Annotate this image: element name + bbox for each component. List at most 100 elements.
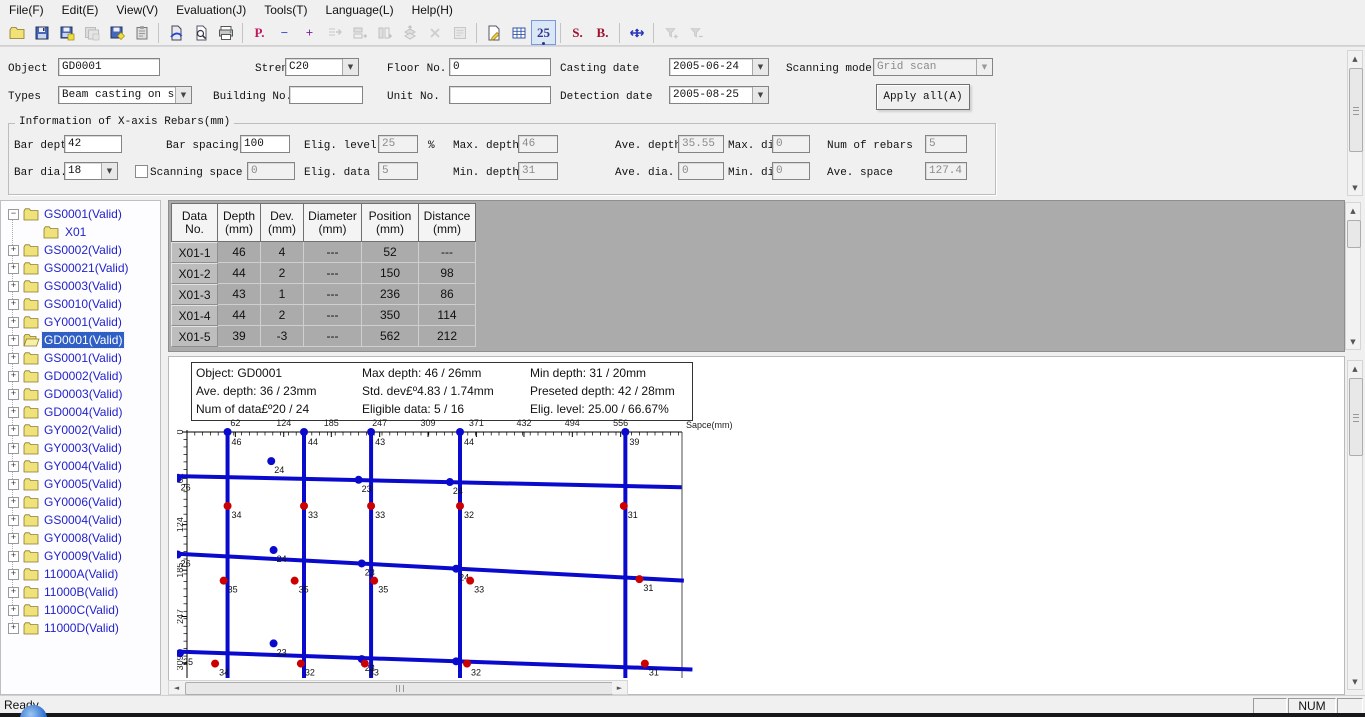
scroll-up-arrow-icon[interactable]: ▲ xyxy=(1348,361,1362,376)
tree-item-11000avalid[interactable]: 11000A(Valid) xyxy=(42,566,120,582)
expand-box-icon[interactable]: + xyxy=(8,497,19,508)
tree-item-gy0003valid[interactable]: GY0003(Valid) xyxy=(42,440,124,456)
expand-box-icon[interactable]: + xyxy=(8,281,19,292)
building-no-field[interactable] xyxy=(289,86,363,104)
expand-box-icon[interactable]: + xyxy=(8,407,19,418)
tree-item-gs0010valid[interactable]: GS0010(Valid) xyxy=(42,296,124,312)
chevron-down-icon[interactable]: ▼ xyxy=(752,87,768,103)
tree-item-gs0003valid[interactable]: GS0003(Valid) xyxy=(42,278,124,294)
s-mode-button[interactable]: S. xyxy=(565,20,590,45)
chevron-down-icon[interactable]: ▼ xyxy=(752,59,768,75)
tree-item-gd0004valid[interactable]: GD0004(Valid) xyxy=(42,404,124,420)
chevron-down-icon[interactable]: ▼ xyxy=(101,163,117,179)
scroll-down-arrow-icon[interactable]: ▼ xyxy=(1346,334,1360,349)
object-field[interactable]: GD0001 xyxy=(58,58,160,76)
detection-date-field[interactable]: 2005-08-25▼ xyxy=(669,86,769,104)
expand-box-icon[interactable]: + xyxy=(8,371,19,382)
row-header-x01-5[interactable]: X01-5 xyxy=(171,326,218,347)
tree-item-gy0009valid[interactable]: GY0009(Valid) xyxy=(42,548,124,564)
grid-view-button[interactable] xyxy=(506,20,531,45)
tree-item-gd0001valid[interactable]: GD0001(Valid) xyxy=(42,332,124,348)
expand-box-icon[interactable]: + xyxy=(8,263,19,274)
b-mode-button[interactable]: B. xyxy=(590,20,615,45)
report-button[interactable] xyxy=(163,20,188,45)
expand-box-icon[interactable]: + xyxy=(8,569,19,580)
bar-spacing-field[interactable]: 100 xyxy=(240,135,290,153)
tree-item-gd0002valid[interactable]: GD0002(Valid) xyxy=(42,368,124,384)
scroll-left-arrow-icon[interactable]: ◄ xyxy=(169,681,184,694)
scrollbar-thumb[interactable] xyxy=(1349,378,1363,456)
tree-item-gs0002valid[interactable]: GS0002(Valid) xyxy=(42,242,124,258)
casting-date-field[interactable]: 2005-06-24▼ xyxy=(669,58,769,76)
menu-item-language[interactable]: Language(L) xyxy=(317,1,403,19)
tree-item-gd0003valid[interactable]: GD0003(Valid) xyxy=(42,386,124,402)
chevron-down-icon[interactable]: ▼ xyxy=(342,59,358,75)
tree-item-gs0001valid[interactable]: GS0001(Valid) xyxy=(42,206,124,222)
scrollbar-thumb[interactable] xyxy=(1349,68,1363,152)
open-file-button[interactable] xyxy=(4,20,29,45)
scroll-down-arrow-icon[interactable]: ▼ xyxy=(1348,180,1362,195)
expand-box-icon[interactable]: + xyxy=(8,389,19,400)
tree-item-11000dvalid[interactable]: 11000D(Valid) xyxy=(42,620,121,636)
expand-box-icon[interactable]: + xyxy=(8,587,19,598)
tree-item-gy0005valid[interactable]: GY0005(Valid) xyxy=(42,476,124,492)
menu-item-view[interactable]: View(V) xyxy=(107,1,167,19)
table-vertical-scrollbar[interactable]: ▲ ▼ xyxy=(1345,202,1361,350)
scroll-up-arrow-icon[interactable]: ▲ xyxy=(1346,203,1360,218)
row-header-x01-2[interactable]: X01-2 xyxy=(171,263,218,284)
edit-doc-button[interactable] xyxy=(481,20,506,45)
menu-item-help[interactable]: Help(H) xyxy=(403,1,462,19)
chevron-down-icon[interactable]: ▼ xyxy=(976,59,992,75)
tree-item-x01[interactable]: X01 xyxy=(63,224,88,240)
menu-item-evaluation[interactable]: Evaluation(J) xyxy=(167,1,255,19)
expand-box-icon[interactable]: + xyxy=(8,335,19,346)
save-as-button[interactable] xyxy=(54,20,79,45)
depth-label-button[interactable]: 25 xyxy=(531,20,556,45)
expand-box-icon[interactable]: + xyxy=(8,623,19,634)
save-button[interactable] xyxy=(29,20,54,45)
expand-box-icon[interactable]: + xyxy=(8,317,19,328)
expand-box-icon[interactable]: + xyxy=(8,461,19,472)
print-button[interactable] xyxy=(213,20,238,45)
scroll-right-arrow-icon[interactable]: ► xyxy=(612,681,627,694)
add-point-button[interactable]: + xyxy=(297,20,322,45)
tree-item-11000bvalid[interactable]: 11000B(Valid) xyxy=(42,584,120,600)
remove-point-button[interactable]: − xyxy=(272,20,297,45)
expand-box-icon[interactable]: + xyxy=(8,515,19,526)
position-mode-button[interactable]: P. xyxy=(247,20,272,45)
collapse-box-icon[interactable]: − xyxy=(8,209,19,220)
menu-item-edit[interactable]: Edit(E) xyxy=(53,1,108,19)
tree-item-gs0004valid[interactable]: GS0004(Valid) xyxy=(42,512,124,528)
strength-field[interactable]: C20▼ xyxy=(285,58,359,76)
clipboard-button[interactable] xyxy=(129,20,154,45)
tree-item-gy0001valid[interactable]: GY0001(Valid) xyxy=(42,314,124,330)
chevron-down-icon[interactable]: ▼ xyxy=(175,87,191,103)
bar-dia-field[interactable]: 18▼ xyxy=(64,162,118,180)
row-header-x01-4[interactable]: X01-4 xyxy=(171,305,218,326)
scroll-up-arrow-icon[interactable]: ▲ xyxy=(1348,51,1362,66)
pane-splitter[interactable] xyxy=(161,200,168,695)
expand-box-icon[interactable]: + xyxy=(8,533,19,544)
floor-no-field[interactable]: 0 xyxy=(449,58,551,76)
rebar-grid-plot[interactable]: 62124185247309371432494556Sapce(mm)06212… xyxy=(177,415,747,678)
unit-no-field[interactable] xyxy=(449,86,551,104)
expand-box-icon[interactable]: + xyxy=(8,479,19,490)
expand-box-icon[interactable]: + xyxy=(8,551,19,562)
apply-all-button[interactable]: Apply all(A) xyxy=(876,84,970,110)
menu-item-tools[interactable]: Tools(T) xyxy=(255,1,316,19)
tree-item-gy0006valid[interactable]: GY0006(Valid) xyxy=(42,494,124,510)
expand-box-icon[interactable]: + xyxy=(8,443,19,454)
scrollbar-thumb[interactable] xyxy=(1347,220,1361,248)
expand-box-icon[interactable]: + xyxy=(8,605,19,616)
bar-depth-field[interactable]: 42 xyxy=(64,135,122,153)
save-export-button[interactable] xyxy=(104,20,129,45)
types-field[interactable]: Beam casting on site▼ xyxy=(58,86,192,104)
expand-box-icon[interactable]: + xyxy=(8,425,19,436)
tree-item-11000cvalid[interactable]: 11000C(Valid) xyxy=(42,602,121,618)
menu-item-file[interactable]: File(F) xyxy=(0,1,53,19)
print-preview-button[interactable] xyxy=(188,20,213,45)
scanning-space-field-checkbox[interactable] xyxy=(135,165,148,178)
tree-item-gs0001valid[interactable]: GS0001(Valid) xyxy=(42,350,124,366)
row-header-x01-3[interactable]: X01-3 xyxy=(171,284,218,305)
tree-item-gy0004valid[interactable]: GY0004(Valid) xyxy=(42,458,124,474)
